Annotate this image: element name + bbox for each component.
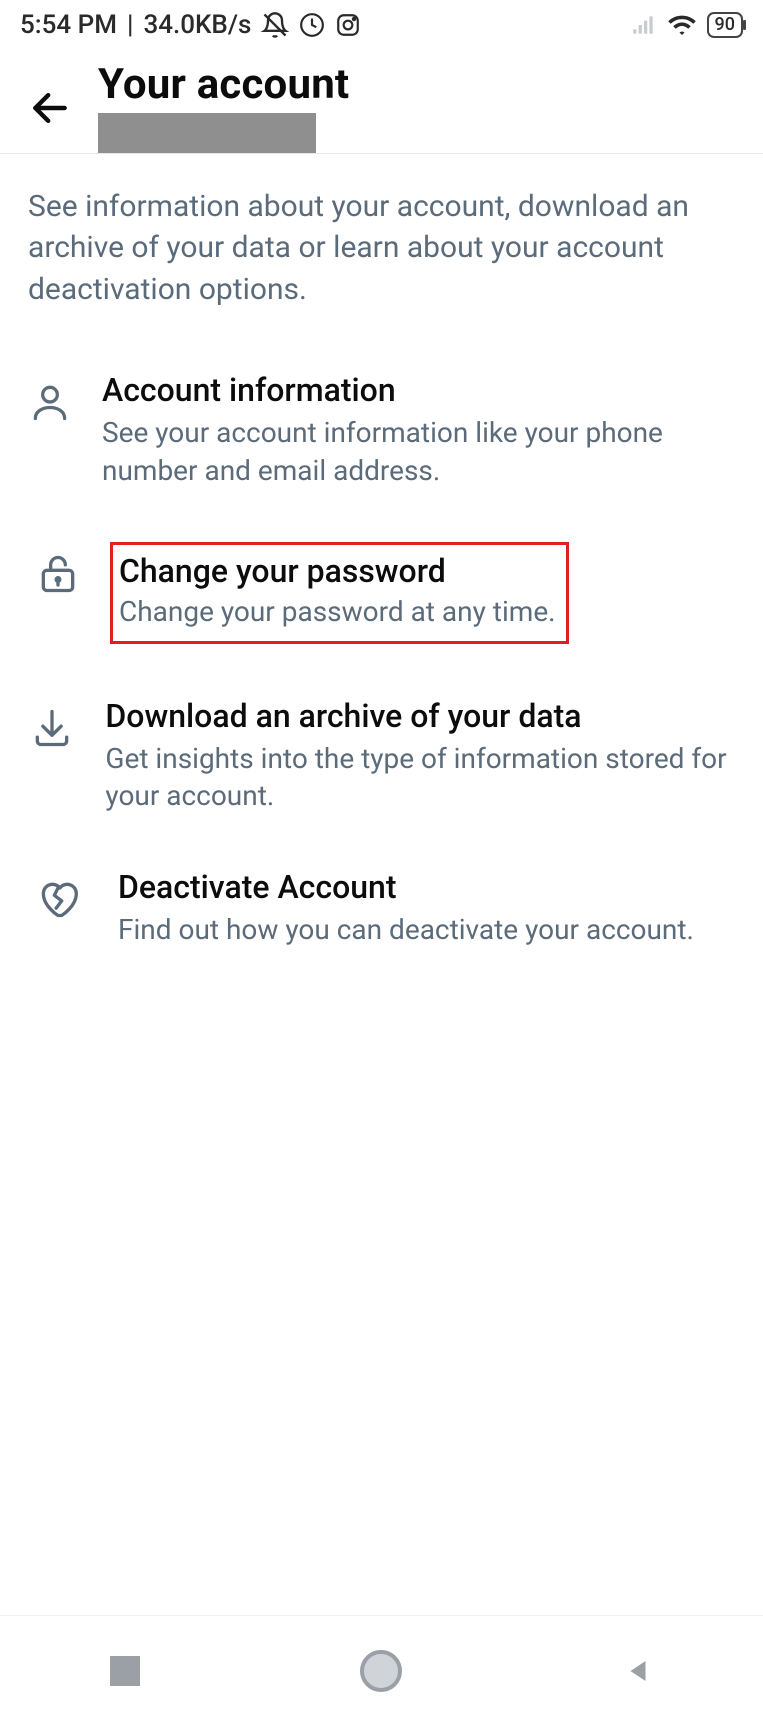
status-net-speed: 34.0KB/s: [143, 10, 251, 40]
menu-item-title: Account information: [102, 370, 735, 410]
menu-item-change-password[interactable]: Change your password Change your passwor…: [0, 516, 763, 670]
menu-item-subtitle: Find out how you can deactivate your acc…: [118, 911, 694, 949]
battery-icon: 90: [707, 12, 743, 38]
menu-item-subtitle: Get insights into the type of informatio…: [105, 740, 735, 816]
menu-item-subtitle: See your account information like your p…: [102, 414, 735, 490]
status-right: 90: [631, 12, 743, 38]
triangle-left-icon: [623, 1656, 653, 1686]
status-time: 5:54 PM: [20, 10, 117, 40]
page-description: See information about your account, down…: [0, 154, 763, 310]
arrow-left-icon: [28, 86, 72, 130]
android-nav-bar: [0, 1615, 763, 1725]
nav-recent-button[interactable]: [110, 1656, 140, 1686]
status-sep: |: [127, 10, 133, 40]
whatsapp-icon: [299, 12, 325, 38]
menu-item-title: Deactivate Account: [118, 867, 694, 907]
circle-icon: [360, 1650, 402, 1692]
person-icon: [28, 370, 72, 424]
nav-back-button[interactable]: [623, 1656, 653, 1686]
menu-item-download-archive[interactable]: Download an archive of your data Get ins…: [0, 670, 763, 842]
signal-icon: [631, 12, 657, 38]
menu-item-title: Change your password: [119, 551, 556, 591]
wifi-icon: [667, 12, 697, 38]
square-icon: [110, 1656, 140, 1686]
heart-broken-icon: [28, 867, 88, 921]
lock-icon: [28, 542, 88, 596]
settings-menu: Account information See your account inf…: [0, 310, 763, 975]
username-redacted: [98, 113, 316, 153]
title-block: Your account: [98, 60, 349, 153]
menu-item-account-information[interactable]: Account information See your account inf…: [0, 344, 763, 516]
app-header: Your account: [0, 46, 763, 153]
instagram-icon: [335, 12, 361, 38]
menu-item-subtitle: Change your password at any time.: [119, 593, 556, 631]
menu-item-deactivate-account[interactable]: Deactivate Account Find out how you can …: [0, 841, 763, 975]
menu-item-title: Download an archive of your data: [105, 696, 735, 736]
bell-off-icon: [261, 11, 289, 39]
nav-home-button[interactable]: [360, 1650, 402, 1692]
status-bar: 5:54 PM | 34.0KB/s: [0, 0, 763, 46]
page-title: Your account: [98, 60, 349, 109]
status-left: 5:54 PM | 34.0KB/s: [20, 10, 361, 40]
download-icon: [28, 696, 75, 750]
back-button[interactable]: [20, 78, 80, 138]
